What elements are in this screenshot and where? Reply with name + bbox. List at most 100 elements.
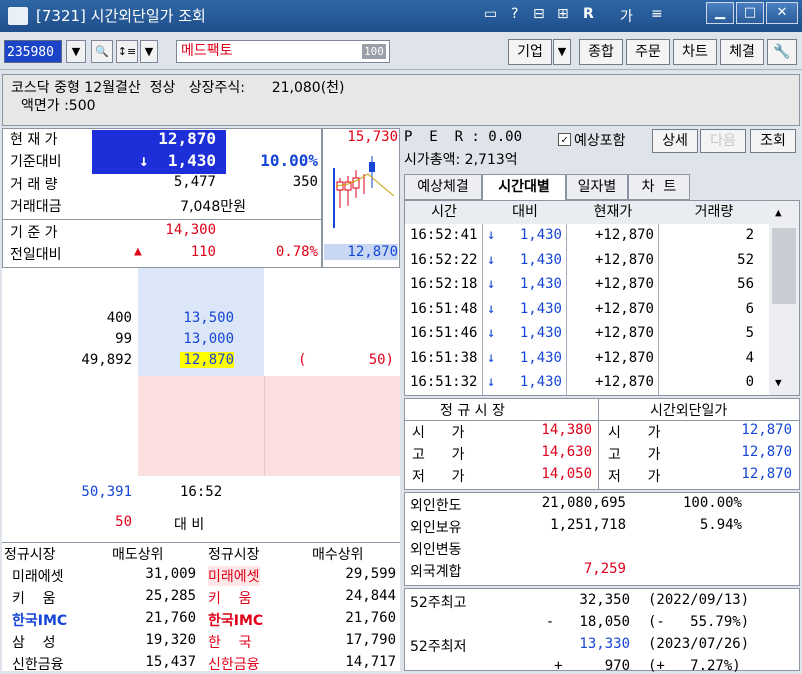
summary-button[interactable]: 종합 (579, 39, 623, 65)
ask-price-1[interactable]: 13,500 (150, 310, 234, 326)
total-ask: 50,391 (81, 484, 132, 500)
trade-price: +12,870 (594, 227, 654, 243)
w52-detail: (2023/07/26) (648, 636, 750, 652)
quote-label-base: 기 준 가 (10, 225, 58, 241)
sell-qty-4: 19,320 (145, 632, 196, 648)
ask-price-3[interactable]: 12,870 (180, 352, 234, 368)
list-icon[interactable]: ↕≡ (116, 40, 138, 63)
menu-icon[interactable]: ≡ (651, 6, 663, 22)
mini-chart-low: 12,870 (324, 244, 398, 260)
prevday-diff: 110 (190, 244, 216, 260)
buy-qty-3: 21,760 (345, 610, 396, 626)
session-regular-value: 14,380 (541, 422, 592, 438)
session-label-ah: 고 가 (608, 447, 661, 463)
trade-volume: 0 (745, 374, 754, 390)
app-icon (8, 7, 28, 25)
tab-daily[interactable]: 일자별 (566, 174, 628, 200)
buy-qty-2: 24,844 (345, 588, 396, 604)
stock-code-input[interactable]: 235980 (4, 40, 62, 63)
code-dropdown-icon[interactable]: ▼ (66, 40, 86, 63)
broker-header-buy: 매수상위 (312, 547, 364, 563)
chart-button[interactable]: 차트 (673, 39, 717, 65)
trade-volume: 52 (737, 251, 754, 268)
foreign-label: 외인보유 (410, 520, 462, 536)
divider (658, 224, 659, 395)
maximize-button[interactable]: □ (736, 2, 764, 24)
trade-down-icon: ↓ (487, 349, 496, 366)
session-header-regular: 정 규 시 장 (440, 403, 505, 419)
w52-detail: (- 55.79%) (648, 614, 750, 630)
next-button[interactable]: 다음 (700, 129, 746, 153)
stock-name-field[interactable]: 메드팩토 (176, 40, 390, 63)
minimize-button[interactable]: ▁ (706, 2, 734, 24)
trade-diff: 1,430 (519, 374, 562, 390)
trade-time: 16:51:46 (410, 325, 478, 341)
execution-button[interactable]: 체결 (720, 39, 764, 65)
total-bid: 50 (115, 514, 132, 530)
search-icon[interactable]: 🔍 (91, 40, 113, 63)
trade-time: 16:52:22 (410, 251, 478, 268)
company-dropdown-icon[interactable]: ▼ (553, 39, 571, 65)
foreign-value: 1,251,718 (550, 517, 626, 533)
trades-header-diff: 대비 (483, 201, 567, 224)
divider (566, 224, 567, 395)
session-afterhours-value: 12,870 (741, 466, 792, 482)
w52-label: 52주최저 (410, 639, 467, 655)
trades-header-price: 현재가 (567, 201, 659, 224)
trade-down-icon: ↓ (487, 276, 496, 292)
ask-qty-2: 99 (115, 331, 132, 347)
trade-time: 16:52:41 (410, 227, 478, 243)
prevday-percent: 0.78% (275, 244, 318, 260)
settings-icon[interactable]: 🔧 (767, 39, 797, 65)
divider (482, 224, 483, 395)
screen-icon[interactable]: ▭ (484, 6, 497, 22)
broker-header-buy-market: 정규시장 (208, 547, 260, 563)
trade-down-icon: ↓ (487, 227, 496, 243)
split-icon[interactable]: ⊞ (557, 6, 569, 22)
detail-button[interactable]: 상세 (652, 129, 698, 153)
sell-broker-2: 키 움 (12, 591, 56, 607)
buy-qty-4: 17,790 (345, 632, 396, 648)
trade-diff: 1,430 (519, 349, 562, 366)
trade-down-icon: ↓ (487, 300, 496, 317)
ask-price-2[interactable]: 13,000 (150, 331, 234, 347)
mini-candles (333, 156, 395, 228)
order-button[interactable]: 주문 (626, 39, 670, 65)
ask-qty-area-bottom (2, 376, 138, 476)
quote-label-current: 현 재 가 (10, 132, 58, 148)
sell-broker-3: 한국IMC (12, 613, 68, 629)
amount-value: 7,048만원 (180, 199, 246, 215)
divider (264, 376, 265, 476)
tab-expected[interactable]: 예상체결 (404, 174, 482, 200)
tab-chart[interactable]: 차 트 (628, 174, 690, 200)
divider (598, 399, 599, 489)
link-icon[interactable]: ⊟ (533, 6, 545, 22)
list-dropdown-icon[interactable]: ▼ (140, 40, 158, 63)
scroll-down-icon[interactable]: ▼ (775, 376, 782, 389)
expected-qty: 50) (368, 352, 394, 368)
scroll-thumb[interactable] (772, 228, 796, 304)
session-label: 고 가 (412, 447, 465, 463)
tab-time[interactable]: 시간대별 (482, 174, 566, 200)
company-button[interactable]: 기업 (508, 39, 552, 65)
buy-broker-4: 한 국 (208, 635, 252, 651)
sell-qty-5: 15,437 (145, 654, 196, 670)
trade-volume: 4 (745, 349, 754, 366)
refresh-icon[interactable]: R (583, 6, 594, 22)
w52-value: 32,350 (579, 592, 630, 608)
trade-diff: 1,430 (519, 300, 562, 317)
ask-qty-3: 49,892 (81, 352, 132, 368)
close-button[interactable]: ✕ (766, 2, 798, 24)
trade-volume: 6 (745, 300, 754, 317)
trade-diff: 1,430 (519, 325, 562, 341)
font-icon[interactable]: 가 (620, 6, 633, 26)
trade-time: 16:51:32 (410, 374, 478, 390)
trade-down-icon: ↓ (487, 251, 496, 268)
scroll-up-icon[interactable]: ▲ (775, 206, 782, 219)
session-label: 저 가 (412, 469, 465, 485)
expected-checkbox[interactable]: ✓ (558, 133, 571, 146)
query-button[interactable]: 조회 (750, 129, 796, 153)
expected-label: 예상포함 (574, 133, 626, 149)
session-regular-value: 14,050 (541, 466, 592, 482)
help-icon[interactable]: ? (511, 6, 518, 22)
